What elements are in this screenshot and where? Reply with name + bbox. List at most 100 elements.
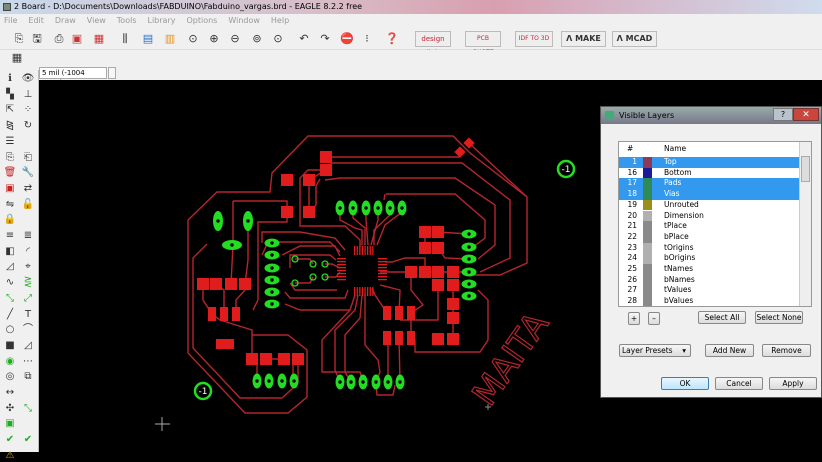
drc-icon[interactable]: ✔ xyxy=(21,434,35,446)
command-line[interactable] xyxy=(108,67,116,79)
redo-icon[interactable]: ↷ xyxy=(318,32,332,46)
stop-icon[interactable]: ⛔ xyxy=(340,32,354,46)
layer-presets-dropdown[interactable]: Layer Presets ▾ xyxy=(619,344,691,357)
zoom-out-icon[interactable]: ⊖ xyxy=(228,32,242,46)
rect-icon[interactable]: ■ xyxy=(3,340,17,352)
menu-help[interactable]: Help xyxy=(271,16,289,25)
route-diff-icon[interactable]: ⤢ xyxy=(21,293,35,305)
help-icon[interactable]: ❓ xyxy=(385,32,399,46)
layer-row-unrouted[interactable]: 19 Unrouted xyxy=(619,199,799,211)
layer-color-swatch[interactable] xyxy=(643,242,652,254)
pcb-quote-button[interactable]: PCB QUOTE xyxy=(465,31,501,56)
replace-icon[interactable]: ▣ xyxy=(3,183,17,195)
swap-icon[interactable]: ⇄ xyxy=(21,183,35,195)
menu-library[interactable]: Library xyxy=(148,16,176,25)
sch-brd-switch-icon[interactable]: ▦ xyxy=(92,32,106,46)
group-icon[interactable]: ⁘ xyxy=(21,104,35,116)
dialog-title-bar[interactable]: Visible Layers ? ✕ xyxy=(601,107,821,124)
menu-view[interactable]: View xyxy=(87,16,106,25)
layer-row-bnames[interactable]: 26 bNames xyxy=(619,274,799,286)
script-icon[interactable]: ▤ xyxy=(141,32,155,46)
split-icon[interactable]: ◧ xyxy=(3,246,17,258)
remove-layer-button[interactable]: – xyxy=(648,312,660,325)
layer-row-dimension[interactable]: 20 Dimension xyxy=(619,210,799,222)
zoom-drop-icon[interactable]: ⊙ xyxy=(271,32,285,46)
attribute-icon[interactable]: ⧉ xyxy=(21,371,35,383)
hole-icon[interactable]: ◎ xyxy=(3,371,17,383)
smash-icon[interactable]: ≡ xyxy=(3,230,17,242)
close-button[interactable]: ✕ xyxy=(793,108,819,121)
list-scrollbar[interactable] xyxy=(799,142,811,306)
mcad-button[interactable]: Ʌ MCAD xyxy=(612,31,657,47)
undo-icon[interactable]: ↶ xyxy=(297,32,311,46)
layer-row-top[interactable]: 1 Top xyxy=(619,157,799,168)
layer-list[interactable]: # Name 1 Top 16 Bottom 17 Pads 18 Vias 19 Unroute… xyxy=(618,141,812,307)
layer-color-swatch[interactable] xyxy=(643,157,652,168)
name-icon[interactable]: ⇋ xyxy=(3,199,17,211)
design-link-button[interactable]: design link xyxy=(415,31,451,57)
menu-window[interactable]: Window xyxy=(228,16,260,25)
library-icon[interactable]: ⫼ xyxy=(118,32,132,46)
ok-button[interactable]: OK xyxy=(661,377,709,390)
circle-icon[interactable]: ○ xyxy=(3,324,17,336)
move-icon[interactable]: ⇱ xyxy=(3,104,17,116)
layer-settings-icon[interactable]: ▚ xyxy=(3,89,17,101)
delete-icon[interactable]: 🗑 xyxy=(3,167,17,179)
menu-edit[interactable]: Edit xyxy=(28,16,44,25)
optimize-icon[interactable]: ◿ xyxy=(3,261,17,273)
paste-icon[interactable]: ⎗ xyxy=(21,152,35,164)
zoom-select-icon[interactable]: ⊚ xyxy=(250,32,264,46)
mark-icon[interactable]: ⊥ xyxy=(21,89,35,101)
arc-icon[interactable]: ⌒ xyxy=(21,324,35,336)
align-icon[interactable]: ☰ xyxy=(3,136,17,148)
idf-to-3d-button[interactable]: IDF TO 3D xyxy=(515,31,553,47)
layer-color-swatch[interactable] xyxy=(643,178,652,190)
layer-color-swatch[interactable] xyxy=(643,189,652,200)
help-button[interactable]: ? xyxy=(773,108,793,121)
cancel-button[interactable]: Cancel xyxy=(715,377,763,390)
open-icon[interactable]: ⎘ xyxy=(12,32,26,46)
ripup-icon[interactable]: ∿ xyxy=(3,277,17,289)
change-icon[interactable]: 🔧 xyxy=(21,167,35,179)
make-button[interactable]: Ʌ MAKE xyxy=(561,31,606,47)
meander-icon[interactable]: ⌖ xyxy=(21,261,35,273)
layer-row-tplace[interactable]: 21 tPlace xyxy=(619,221,799,232)
lock-icon[interactable]: 🔒 xyxy=(3,214,17,226)
menu-tools[interactable]: Tools xyxy=(117,16,137,25)
value-icon[interactable]: ≣ xyxy=(21,230,35,242)
layer-row-tnames[interactable]: 25 tNames xyxy=(619,264,799,275)
show-icon[interactable]: 👁 xyxy=(21,73,35,85)
fill-icon[interactable]: ▣ xyxy=(3,418,17,430)
grid-icon[interactable]: ▦ xyxy=(10,51,24,65)
lock-open-icon[interactable]: 🔓 xyxy=(21,199,35,211)
layer-color-swatch[interactable] xyxy=(643,285,652,297)
layer-color-swatch[interactable] xyxy=(643,264,652,275)
apply-button[interactable]: Apply xyxy=(769,377,817,390)
zoom-in-icon[interactable]: ⊕ xyxy=(207,32,221,46)
layer-color-swatch[interactable] xyxy=(643,199,652,211)
remove-button[interactable]: Remove xyxy=(762,344,811,357)
dimension-icon[interactable]: ↔ xyxy=(3,387,17,399)
menu-draw[interactable]: Draw xyxy=(55,16,76,25)
menu-file[interactable]: File xyxy=(4,16,17,25)
route-multi-icon[interactable]: ⋛ xyxy=(21,277,35,289)
miter-icon[interactable]: ◜ xyxy=(21,246,35,258)
menu-options[interactable]: Options xyxy=(186,16,217,25)
mirror-icon[interactable]: ⧎ xyxy=(3,120,17,132)
route-icon[interactable]: ⤡ xyxy=(3,293,17,305)
column-num[interactable]: # xyxy=(627,142,633,156)
ulp-icon[interactable]: ▥ xyxy=(163,32,177,46)
layer-row-bplace[interactable]: 22 bPlace xyxy=(619,231,799,243)
layer-row-torigins[interactable]: 23 tOrigins xyxy=(619,242,799,254)
go-icon[interactable]: ⁝ xyxy=(360,32,374,46)
scrollbar-thumb[interactable] xyxy=(801,156,810,182)
select-all-button[interactable]: Select All xyxy=(698,311,746,324)
save-icon[interactable]: 🖫 xyxy=(30,32,44,46)
print-icon[interactable]: ⎙ xyxy=(52,32,66,46)
polygon-icon[interactable]: ◿ xyxy=(21,340,35,352)
layer-color-swatch[interactable] xyxy=(643,274,652,286)
layer-color-swatch[interactable] xyxy=(643,231,652,243)
line-icon[interactable]: ╱ xyxy=(3,309,17,321)
column-name[interactable]: Name xyxy=(664,142,686,156)
select-none-button[interactable]: Select None xyxy=(755,311,803,324)
